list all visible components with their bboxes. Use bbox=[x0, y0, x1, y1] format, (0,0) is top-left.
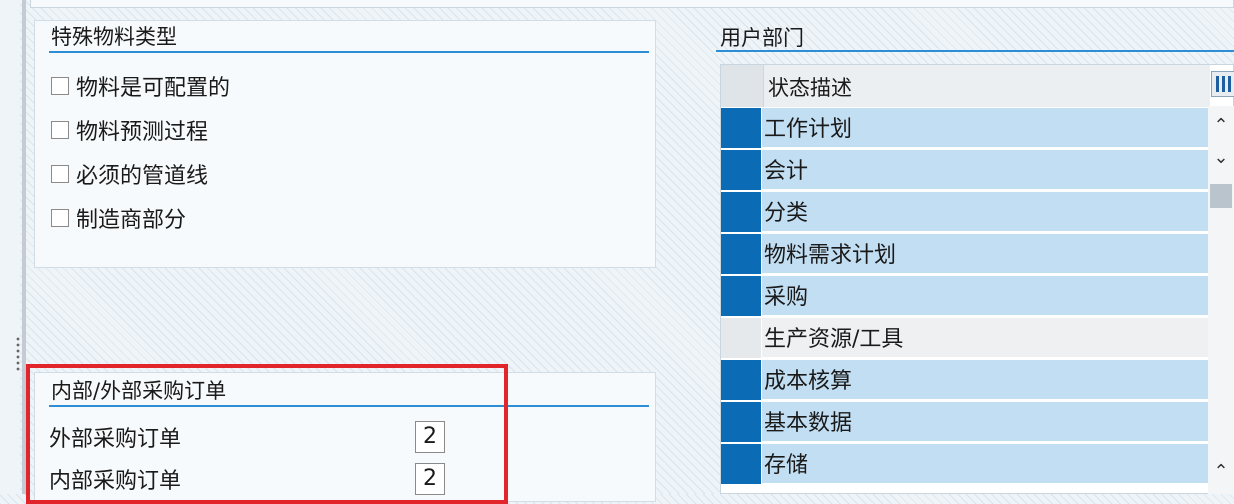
row-selector[interactable] bbox=[721, 318, 761, 358]
checkbox-configurable-material[interactable]: 物料是可配置的 bbox=[51, 71, 230, 101]
row-label: 存储 bbox=[762, 444, 1209, 484]
row-selector[interactable] bbox=[721, 150, 761, 190]
row-label: 生产资源/工具 bbox=[762, 318, 1209, 358]
row-selector[interactable] bbox=[721, 234, 761, 274]
row-label: 基本数据 bbox=[762, 402, 1209, 442]
table-header: 状态描述 bbox=[721, 65, 1234, 107]
table-vertical-scrollbar[interactable]: ⌃ ⌄ ⌃ bbox=[1208, 106, 1234, 494]
scroll-page-up-icon[interactable]: ⌃ bbox=[1208, 460, 1234, 484]
table-row[interactable]: 工作计划 bbox=[721, 107, 1211, 149]
select-all-cell[interactable] bbox=[721, 65, 764, 107]
checkbox[interactable] bbox=[51, 209, 69, 227]
checkbox-label: 物料是可配置的 bbox=[76, 76, 231, 101]
scrollbar-thumb[interactable] bbox=[1210, 184, 1232, 208]
scroll-down-icon[interactable]: ⌄ bbox=[1208, 146, 1234, 170]
table-row[interactable]: 成本核算 bbox=[721, 359, 1211, 401]
group-title: 特殊物料类型 bbox=[49, 23, 649, 53]
row-selector[interactable] bbox=[721, 444, 761, 484]
checkbox-manufacturer-part[interactable]: 制造商部分 bbox=[51, 203, 186, 233]
table-row[interactable]: 生产资源/工具 bbox=[721, 317, 1211, 359]
table-row[interactable]: 会计 bbox=[721, 149, 1211, 191]
row-selector[interactable] bbox=[721, 192, 761, 232]
checkbox[interactable] bbox=[51, 165, 69, 183]
splitter-grip-icon[interactable] bbox=[15, 336, 21, 372]
checkbox-label: 物料预测过程 bbox=[76, 120, 209, 145]
column-header-status-description[interactable]: 状态描述 bbox=[764, 65, 1210, 107]
user-departments-title: 用户部门 bbox=[716, 20, 1234, 52]
row-selector[interactable] bbox=[721, 108, 761, 148]
row-label: 工作计划 bbox=[762, 108, 1209, 148]
row-selector[interactable] bbox=[721, 360, 761, 400]
row-selector[interactable] bbox=[721, 276, 761, 316]
table-row[interactable]: 采购 bbox=[721, 275, 1211, 317]
table-row[interactable]: 存储 bbox=[721, 443, 1211, 485]
checkbox[interactable] bbox=[51, 121, 69, 139]
scroll-up-icon[interactable]: ⌃ bbox=[1208, 114, 1234, 138]
table-row[interactable]: 物料需求计划 bbox=[721, 233, 1211, 275]
special-material-types-group: 特殊物料类型 物料是可配置的 物料预测过程 必须的管道线 制造商部分 bbox=[34, 20, 656, 268]
highlight-annotation bbox=[26, 364, 508, 504]
checkbox-label: 必须的管道线 bbox=[76, 164, 209, 189]
left-edge bbox=[0, 0, 20, 494]
row-label: 分类 bbox=[762, 192, 1209, 232]
top-frame bbox=[30, 0, 1234, 8]
checkbox-forecast-process[interactable]: 物料预测过程 bbox=[51, 115, 208, 145]
row-label: 物料需求计划 bbox=[762, 234, 1209, 274]
table-settings-icon[interactable] bbox=[1211, 71, 1234, 97]
checkbox-pipeline-mandatory[interactable]: 必须的管道线 bbox=[51, 159, 208, 189]
row-label: 成本核算 bbox=[762, 360, 1209, 400]
row-label: 采购 bbox=[762, 276, 1209, 316]
row-selector[interactable] bbox=[721, 402, 761, 442]
checkbox-label: 制造商部分 bbox=[76, 208, 187, 233]
table-row[interactable]: 分类 bbox=[721, 191, 1211, 233]
table-row[interactable]: 基本数据 bbox=[721, 401, 1211, 443]
checkbox[interactable] bbox=[51, 77, 69, 95]
user-departments-table: 状态描述 工作计划 会计 分类 物料需求计划 采购 生产资源/工具 成本核算 基… bbox=[720, 64, 1234, 494]
row-label: 会计 bbox=[762, 150, 1209, 190]
